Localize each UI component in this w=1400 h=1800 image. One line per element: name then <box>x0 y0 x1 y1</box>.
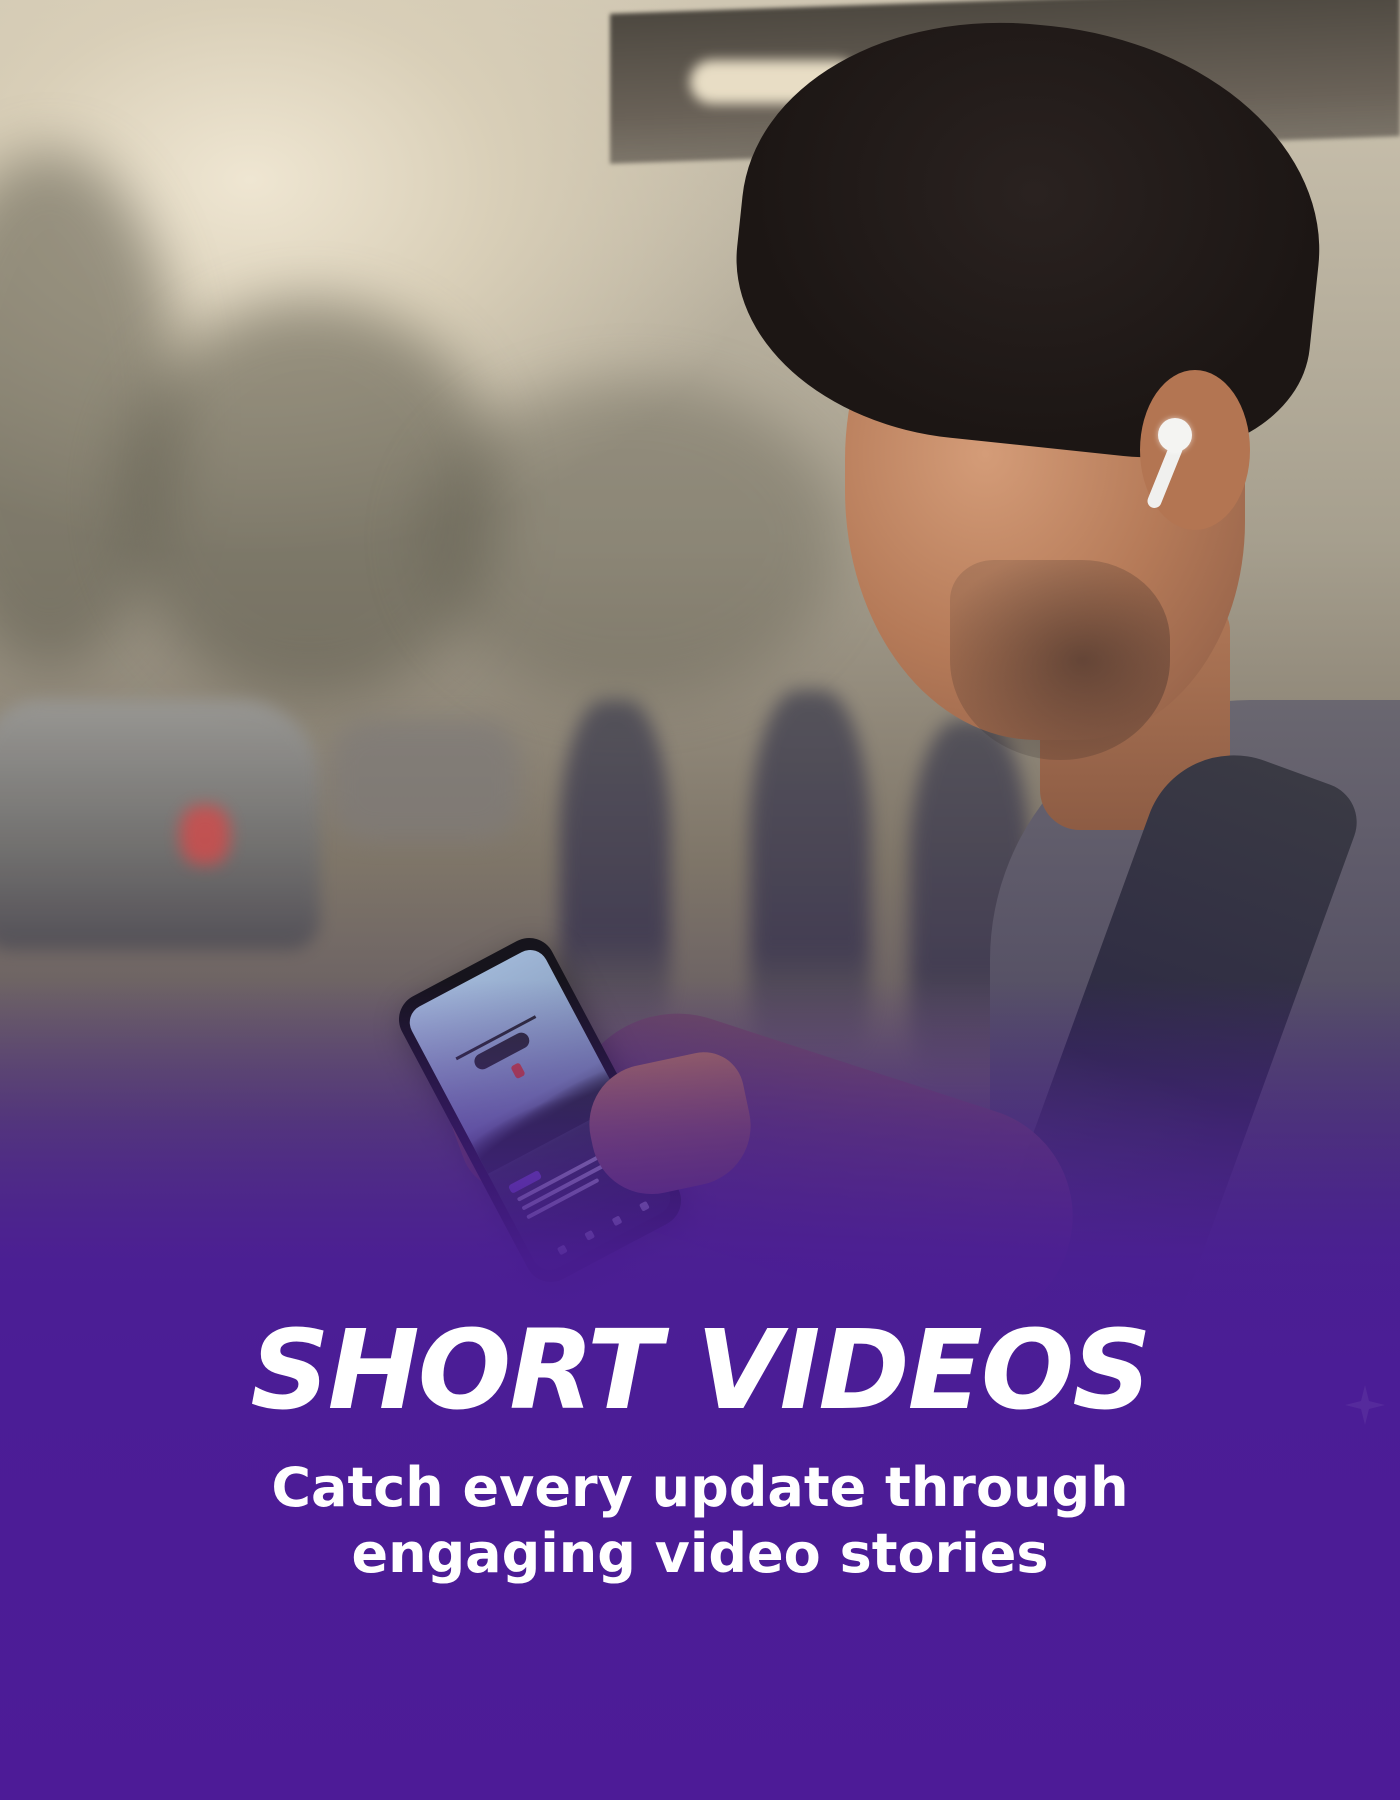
page-subtitle: Catch every update through engaging vide… <box>200 1455 1200 1587</box>
blurred-tree <box>420 380 840 700</box>
earbud-icon <box>1158 418 1192 452</box>
blurred-car <box>0 700 320 950</box>
car-tail-light <box>180 805 230 865</box>
page-title: SHORT VIDEOS <box>250 1306 1151 1434</box>
blurred-car <box>330 720 520 840</box>
person-beard <box>950 560 1170 760</box>
subtitle-line: Catch every update through <box>271 1456 1129 1519</box>
subtitle-line: engaging video stories <box>351 1522 1049 1585</box>
promo-banner: SHORT VIDEOS Catch every update through … <box>0 0 1400 1800</box>
